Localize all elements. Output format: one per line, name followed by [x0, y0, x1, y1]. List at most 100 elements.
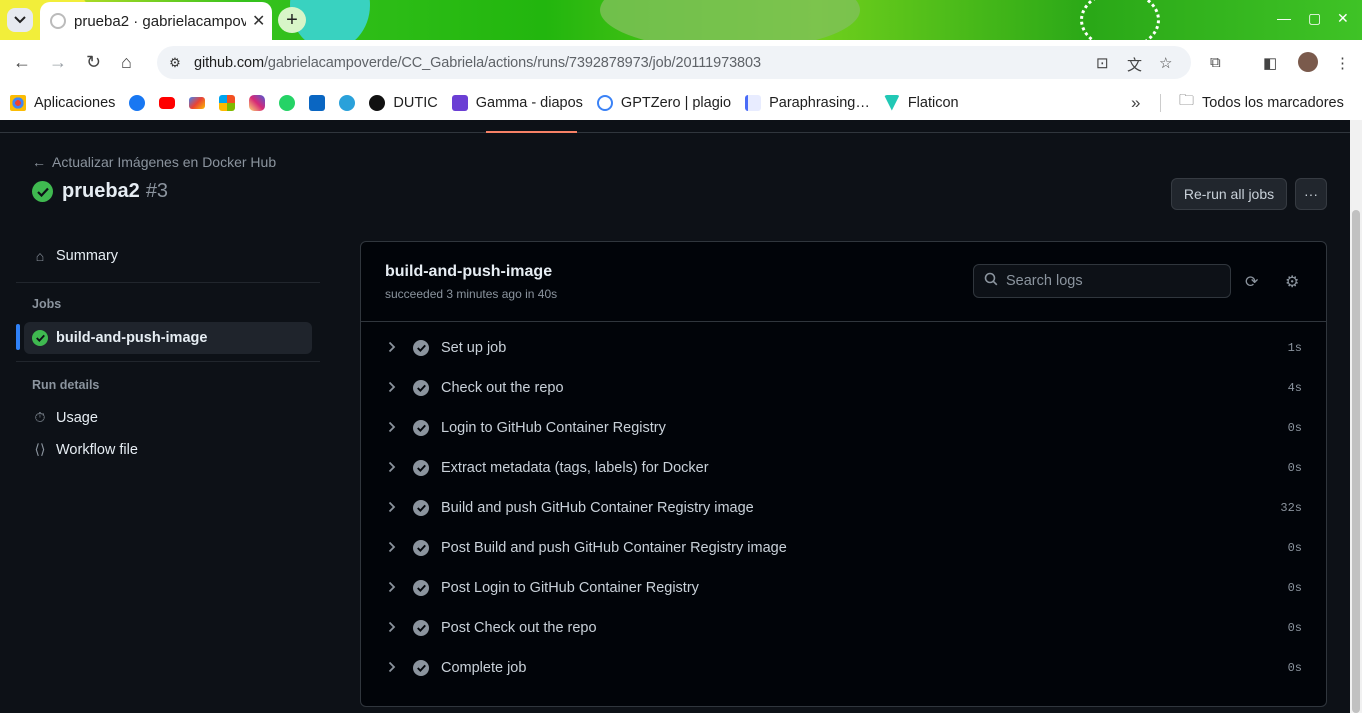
search-logs-field[interactable]	[973, 264, 1231, 298]
all-bookmarks-folder[interactable]: 🗀 Todos los marcadores	[1179, 90, 1344, 115]
chevron-right-icon[interactable]	[388, 421, 396, 436]
address-bar[interactable]: ⚙ github.com/gabrielacampoverde/CC_Gabri…	[157, 46, 1191, 79]
bookmark-linkedin[interactable]	[309, 94, 326, 111]
profile-avatar[interactable]	[1298, 52, 1318, 72]
bookmarks-overflow-icon[interactable]: »	[1131, 93, 1140, 113]
stopwatch-icon: ⏱	[34, 409, 46, 425]
sidebar-item-summary[interactable]: ⌂ Summary	[32, 248, 118, 264]
step-label: Login to GitHub Container Registry	[441, 420, 666, 436]
run-number: #3	[145, 180, 169, 202]
workflow-back-link[interactable]: ← Actualizar Imágenes en Docker Hub	[32, 154, 276, 170]
all-bookmarks-label: Todos los marcadores	[1202, 94, 1344, 111]
more-options-button[interactable]: ···	[1295, 178, 1327, 210]
bookmark-gmail[interactable]	[189, 96, 206, 109]
bookmark-telegram[interactable]	[339, 94, 356, 111]
tab-title: prueba2 · gabrielacampoverde	[74, 12, 246, 30]
job-step-row[interactable]: Post Build and push GitHub Container Reg…	[361, 528, 1326, 568]
refresh-icon[interactable]: ⟳	[1245, 272, 1258, 292]
folder-icon: 🗀	[1179, 92, 1195, 109]
url-text[interactable]: github.com/gabrielacampoverde/CC_Gabriel…	[194, 55, 761, 71]
job-title: build-and-push-image	[385, 263, 553, 280]
step-duration: 0s	[1287, 461, 1302, 475]
bookmark-star-icon[interactable]: ☆	[1159, 54, 1172, 72]
run-details-heading: Run details	[32, 378, 100, 392]
browser-tab-active[interactable]: prueba2 · gabrielacampoverde ✕	[40, 2, 272, 40]
bookmark-apps[interactable]: Aplicaciones	[10, 94, 115, 111]
bookmark-whatsapp[interactable]	[279, 94, 296, 111]
minimize-icon[interactable]: —	[1277, 10, 1291, 26]
job-step-row[interactable]: Check out the repo 4s	[361, 368, 1326, 408]
home-icon[interactable]: ⌂	[121, 52, 132, 73]
step-label: Set up job	[441, 340, 507, 356]
reload-icon[interactable]: ↻	[86, 52, 101, 73]
forward-arrow-icon[interactable]: →	[49, 52, 67, 73]
tab-close-icon[interactable]: ✕	[252, 11, 265, 31]
step-duration: 32s	[1280, 501, 1302, 515]
sidebar-divider	[16, 282, 320, 283]
chevron-right-icon[interactable]	[388, 381, 396, 396]
check-circle-icon	[413, 660, 429, 676]
sidebar-item-label: Usage	[56, 409, 98, 426]
chevron-right-icon[interactable]	[388, 461, 396, 476]
job-step-row[interactable]: Build and push GitHub Container Registry…	[361, 488, 1326, 528]
chevron-right-icon[interactable]	[388, 661, 396, 676]
bookmark-microsoft[interactable]	[219, 94, 236, 111]
back-arrow-icon[interactable]: ←	[13, 52, 31, 73]
close-window-icon[interactable]: ✕	[1337, 10, 1349, 27]
step-duration: 0s	[1287, 621, 1302, 635]
check-circle-icon	[32, 181, 53, 202]
chevron-right-icon[interactable]	[388, 501, 396, 516]
sidebar-item-usage[interactable]: ⏱ Usage	[32, 409, 98, 426]
check-circle-icon	[413, 460, 429, 476]
bookmark-paraphrasing[interactable]: Paraphrasing…	[745, 94, 870, 111]
bookmark-instagram[interactable]	[249, 94, 266, 111]
job-step-row[interactable]: Post Check out the repo 0s	[361, 608, 1326, 648]
flaticon-icon	[883, 94, 900, 111]
check-circle-icon	[413, 540, 429, 556]
step-label: Build and push GitHub Container Registry…	[441, 500, 754, 516]
gptzero-icon	[596, 94, 613, 111]
rerun-all-jobs-button[interactable]: Re-run all jobs	[1171, 178, 1287, 210]
chevron-right-icon[interactable]	[388, 541, 396, 556]
bookmark-youtube[interactable]	[159, 96, 176, 109]
gamma-icon	[451, 94, 468, 111]
bookmark-dutic[interactable]: DUTIC	[369, 94, 438, 111]
job-step-row[interactable]: Set up job 1s	[361, 328, 1326, 368]
check-circle-icon	[32, 330, 48, 346]
bookmark-facebook[interactable]	[129, 94, 146, 111]
site-info-icon[interactable]: ⚙	[163, 51, 187, 75]
sidebar-item-job[interactable]: build-and-push-image	[24, 322, 312, 354]
sidebar-item-workflow-file[interactable]: ⟨⟩ Workflow file	[32, 441, 138, 458]
chevron-right-icon[interactable]	[388, 581, 396, 596]
step-label: Post Login to GitHub Container Registry	[441, 580, 699, 596]
job-step-row[interactable]: Extract metadata (tags, labels) for Dock…	[361, 448, 1326, 488]
extensions-icon[interactable]: ⧉	[1210, 54, 1221, 71]
job-step-row[interactable]: Login to GitHub Container Registry 0s	[361, 408, 1326, 448]
chevron-right-icon[interactable]	[388, 621, 396, 636]
active-indicator	[16, 324, 20, 350]
job-step-row[interactable]: Post Login to GitHub Container Registry 0…	[361, 568, 1326, 608]
bookmark-flaticon[interactable]: Flaticon	[883, 94, 959, 111]
step-label: Check out the repo	[441, 380, 564, 396]
install-app-icon[interactable]: ⊡	[1096, 54, 1109, 72]
scrollbar-thumb[interactable]	[1352, 210, 1360, 713]
translate-icon[interactable]: 文	[1127, 54, 1142, 75]
tab-search-button[interactable]	[7, 8, 33, 32]
sidebar-divider	[16, 361, 320, 362]
chevron-right-icon[interactable]	[388, 341, 396, 356]
step-label: Post Check out the repo	[441, 620, 597, 636]
github-favicon-icon	[50, 13, 66, 29]
repo-nav-border	[0, 132, 1350, 133]
menu-kebab-icon[interactable]: ⋮	[1335, 54, 1350, 72]
maximize-icon[interactable]: ▢	[1308, 10, 1321, 27]
gear-icon[interactable]: ⚙	[1285, 272, 1299, 292]
job-step-row[interactable]: Complete job 0s	[361, 648, 1326, 688]
bookmark-gptzero[interactable]: GPTZero | plagio	[596, 94, 731, 111]
new-tab-button[interactable]: +	[278, 7, 306, 33]
bookmark-gamma[interactable]: Gamma - diapos	[451, 94, 583, 111]
home-icon: ⌂	[35, 248, 45, 264]
side-panel-icon[interactable]: ◧	[1263, 54, 1277, 72]
github-actions-page: ← Actualizar Imágenes en Docker Hub prue…	[0, 120, 1350, 713]
search-logs-input[interactable]	[1006, 273, 1216, 289]
file-code-icon: ⟨⟩	[34, 441, 46, 457]
